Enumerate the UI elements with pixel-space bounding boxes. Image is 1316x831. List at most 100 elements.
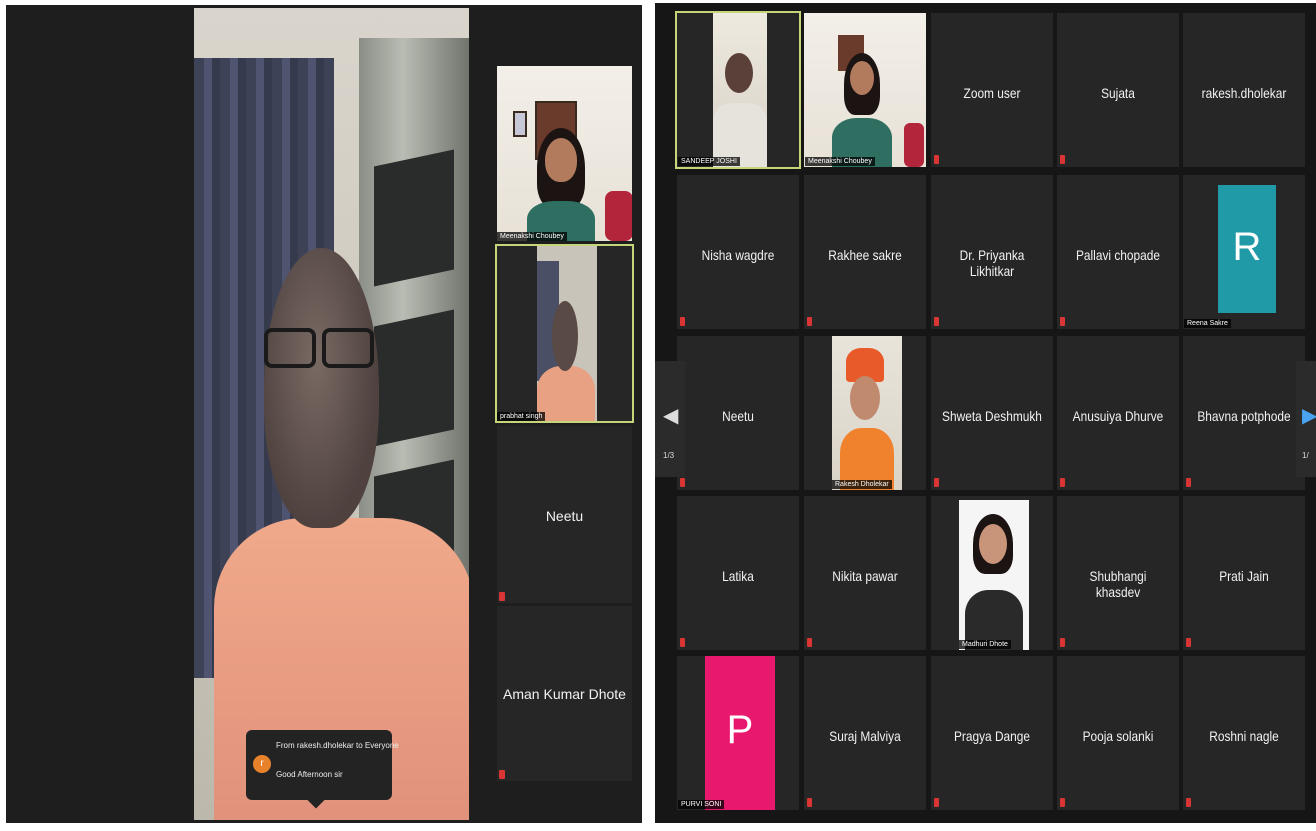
mic-muted-icon — [1060, 478, 1065, 487]
participant-tile[interactable]: Zoom user — [931, 13, 1053, 167]
mic-muted-icon — [1060, 798, 1065, 807]
chat-avatar: r — [253, 755, 271, 773]
participant-name: Neetu — [545, 508, 584, 524]
previous-page-button[interactable]: ◀ 1/3 — [655, 361, 685, 477]
participant-name: Zoom user — [963, 85, 1021, 101]
mic-muted-icon — [807, 798, 812, 807]
participant-name: Reena Sakre — [1184, 319, 1231, 328]
avatar-letter: P — [726, 708, 754, 752]
gallery-view-panel: SANDEEP JOSHI Meenakshi Choubey Zoom user S… — [655, 3, 1316, 823]
speaker-glasses — [264, 328, 374, 368]
side-tile-neetu[interactable]: Neetu — [497, 426, 632, 603]
participant-tile[interactable]: Bhavna potphode — [1183, 336, 1305, 490]
chat-sender: From rakesh.dholekar to Everyone — [276, 741, 399, 750]
mic-muted-icon — [499, 592, 505, 601]
participant-tile[interactable]: Rakhee sakre — [804, 175, 926, 329]
participant-name: Aman Kumar Dhote — [503, 686, 626, 702]
participant-tile[interactable]: R Reena Sakre — [1183, 175, 1305, 329]
participant-tile[interactable]: SANDEEP JOSHI — [675, 11, 801, 169]
avatar-letter: R — [1232, 225, 1262, 269]
mic-muted-icon — [680, 478, 685, 487]
mic-muted-icon — [1186, 478, 1191, 487]
participant-name: Roshni nagle — [1209, 728, 1279, 744]
participant-name: Shubhangi khasdev — [1089, 568, 1147, 600]
page-indicator: 1/3 — [663, 451, 675, 460]
participant-tile[interactable]: Pragya Dange — [931, 656, 1053, 810]
avatar: P — [705, 656, 775, 810]
speaker-view-panel: r From rakesh.dholekar to Everyone Good … — [6, 5, 642, 823]
participant-video — [832, 336, 902, 490]
mic-muted-icon — [934, 798, 939, 807]
mic-muted-icon — [934, 155, 939, 164]
next-page-button[interactable]: ▶ 1/ — [1296, 361, 1316, 477]
participant-tile[interactable]: Meenakshi Choubey — [804, 13, 926, 167]
participant-tile[interactable]: Shubhangi khasdev — [1057, 496, 1179, 650]
participant-name: Dr. Priyanka Likhitkar — [959, 247, 1025, 279]
mic-muted-icon — [680, 317, 685, 326]
participant-name: Meenakshi Choubey — [497, 232, 567, 241]
mic-muted-icon — [1060, 155, 1065, 164]
participant-name: Sujata — [1101, 85, 1135, 101]
mic-muted-icon — [807, 317, 812, 326]
side-tile-aman[interactable]: Aman Kumar Dhote — [497, 606, 632, 781]
participant-name: Shweta Deshmukh — [942, 408, 1042, 424]
mic-muted-icon — [680, 638, 685, 647]
participant-name: Anusuiya Dhurve — [1072, 408, 1164, 424]
side-tile-meenakshi[interactable]: Meenakshi Choubey — [497, 66, 632, 241]
participant-tile[interactable]: Pallavi chopade — [1057, 175, 1179, 329]
participant-name: PURVI SONI — [678, 800, 725, 809]
participant-name: Pragya Dange — [953, 728, 1031, 744]
chevron-left-icon: ◀ — [663, 405, 679, 427]
participant-name: Pallavi chopade — [1075, 247, 1161, 263]
participant-tile[interactable]: Nisha wagdre — [677, 175, 799, 329]
participant-tile[interactable]: Nikita pawar — [804, 496, 926, 650]
participant-name: Rakesh Dholekar — [832, 480, 892, 489]
participant-name: Neetu — [722, 408, 754, 424]
participant-name: Pooja solanki — [1082, 728, 1154, 744]
participant-tile[interactable]: Neetu — [677, 336, 799, 490]
participant-tile[interactable]: Pooja solanki — [1057, 656, 1179, 810]
participant-tile[interactable]: Sujata — [1057, 13, 1179, 167]
background-shelf — [359, 38, 469, 598]
participant-tile[interactable]: Latika — [677, 496, 799, 650]
participant-name: Prati Jain — [1219, 568, 1269, 584]
participant-tile[interactable]: Rakesh Dholekar — [804, 336, 926, 490]
participant-name: prabhat singh — [497, 412, 546, 421]
participant-video — [959, 500, 1029, 650]
chat-message: Good Afternoon sir — [276, 770, 343, 779]
side-tile-prabhat[interactable]: prabhat singh — [495, 244, 634, 423]
chat-notification[interactable]: r From rakesh.dholekar to Everyone Good … — [246, 730, 399, 809]
participant-name: Latika — [722, 568, 754, 584]
participant-name: Suraj Malviya — [829, 728, 901, 744]
participant-name: Nisha wagdre — [701, 247, 775, 263]
participant-tile[interactable]: Madhuri Dhote — [931, 496, 1053, 650]
active-speaker-video[interactable] — [194, 8, 469, 820]
participant-name: SANDEEP JOSHI — [678, 157, 740, 166]
participant-tile[interactable]: Anusuiya Dhurve — [1057, 336, 1179, 490]
avatar: R — [1218, 185, 1276, 313]
participant-tile[interactable]: Roshni nagle — [1183, 656, 1305, 810]
participant-name: Meenakshi Choubey — [805, 157, 875, 166]
mic-muted-icon — [1060, 638, 1065, 647]
mic-muted-icon — [807, 638, 812, 647]
participant-tile[interactable]: Suraj Malviya — [804, 656, 926, 810]
speaker-head — [264, 248, 379, 528]
mic-muted-icon — [1060, 317, 1065, 326]
participant-tile[interactable]: P PURVI SONI — [677, 656, 799, 810]
participant-name: Bhavna potphode — [1197, 408, 1291, 424]
mic-muted-icon — [934, 317, 939, 326]
participant-video — [713, 13, 767, 167]
participant-tile[interactable]: Prati Jain — [1183, 496, 1305, 650]
participant-tile[interactable]: Shweta Deshmukh — [931, 336, 1053, 490]
participant-name: Rakhee sakre — [828, 247, 902, 263]
mic-muted-icon — [1186, 638, 1191, 647]
participant-name: rakesh.dholekar — [1201, 85, 1287, 101]
participant-tile[interactable]: rakesh.dholekar — [1183, 13, 1305, 167]
participant-name: Nikita pawar — [832, 568, 898, 584]
mic-muted-icon — [1186, 798, 1191, 807]
participant-tile[interactable]: Dr. Priyanka Likhitkar — [931, 175, 1053, 329]
mic-muted-icon — [934, 478, 939, 487]
chevron-right-icon: ▶ — [1302, 405, 1316, 427]
mic-muted-icon — [499, 770, 505, 779]
page-indicator: 1/ — [1302, 451, 1309, 460]
